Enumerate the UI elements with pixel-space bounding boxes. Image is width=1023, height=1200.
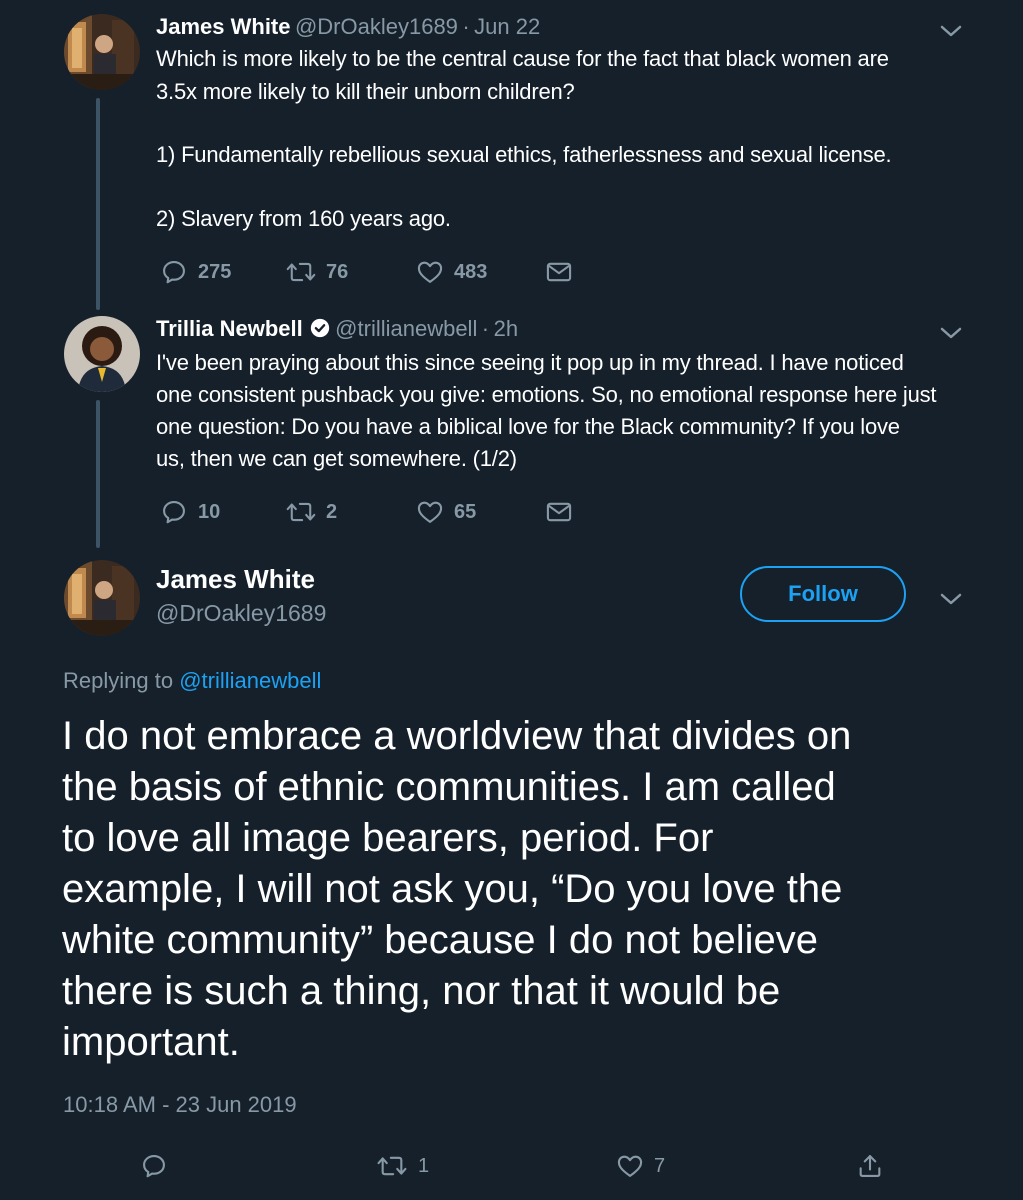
retweet-button[interactable]: 1 — [376, 1152, 429, 1180]
retweet-count: 2 — [326, 500, 338, 523]
tweet-text-line: to love all image bearers, period. For — [62, 816, 714, 860]
share-button[interactable] — [856, 1152, 884, 1180]
chevron-down-icon[interactable] — [940, 326, 962, 340]
tweet-text-line: one question: Do you have a biblical lov… — [156, 414, 900, 439]
avatar[interactable] — [64, 14, 140, 90]
mail-icon — [546, 502, 572, 522]
reply-button[interactable] — [140, 1152, 168, 1180]
thread-line — [96, 400, 100, 548]
reply-button[interactable]: 10 — [160, 498, 220, 526]
author-handle[interactable]: @trillianewbell — [335, 316, 477, 341]
separator: · — [462, 14, 470, 39]
like-count: 65 — [454, 500, 477, 523]
retweet-count: 76 — [326, 260, 349, 283]
verified-badge-icon — [310, 318, 329, 338]
heart-icon — [417, 501, 443, 523]
replying-to-prefix: Replying to — [63, 668, 174, 693]
author-name[interactable]: James White — [156, 564, 315, 595]
author-handle[interactable]: @DrOakley1689 — [295, 14, 458, 39]
mail-icon — [546, 262, 572, 282]
replying-to: Replying to @trillianewbell — [63, 668, 321, 694]
tweet-header: James White @DrOakley1689 · Jun 22 — [156, 14, 540, 40]
reply-count: 10 — [198, 500, 221, 523]
tweet-date[interactable]: Jun 22 — [474, 14, 540, 39]
share-icon — [859, 1155, 881, 1177]
tweet-date[interactable]: 2h — [494, 316, 518, 341]
separator: · — [481, 316, 490, 341]
retweet-icon — [286, 262, 316, 282]
avatar-image-icon — [64, 560, 140, 636]
author-name[interactable]: Trillia Newbell — [156, 316, 303, 341]
retweet-count: 1 — [418, 1154, 430, 1177]
tweet-text-line: white community” because I do not believ… — [62, 918, 818, 962]
tweet-text-line: I've been praying about this since seein… — [156, 350, 904, 375]
reply-count: 275 — [198, 260, 232, 283]
tweet-text-line: I do not embrace a worldview that divide… — [62, 714, 852, 758]
tweet-text-line: the basis of ethnic communities. I am ca… — [62, 765, 836, 809]
retweet-icon — [286, 502, 316, 522]
thread-line — [96, 98, 100, 310]
retweet-icon — [377, 1156, 407, 1176]
retweet-button[interactable]: 2 — [286, 498, 337, 526]
tweet-text-line: us, then we can get somewhere. (1/2) — [156, 446, 517, 471]
reply-icon — [163, 501, 185, 524]
chevron-down-icon[interactable] — [940, 592, 962, 606]
like-count: 7 — [654, 1154, 666, 1177]
avatar[interactable] — [64, 560, 140, 636]
follow-button[interactable]: Follow — [740, 566, 906, 622]
tweet-text-line: one consistent pushback you give: emotio… — [156, 382, 937, 407]
like-button[interactable]: 483 — [416, 258, 487, 286]
reply-icon — [143, 1155, 165, 1178]
avatar-image-icon — [64, 14, 140, 90]
tweet-header: Trillia Newbell @trillianewbell · 2h — [156, 316, 518, 342]
tweet-text-line: 2) Slavery from 160 years ago. — [156, 206, 451, 231]
tweet-text-line: Which is more likely to be the central c… — [156, 46, 889, 71]
mention-link[interactable]: @trillianewbell — [179, 668, 321, 693]
heart-icon — [417, 261, 443, 283]
avatar[interactable] — [64, 316, 140, 392]
tweet-text-line: example, I will not ask you, “Do you lov… — [62, 867, 843, 911]
tweet-text-line: there is such a thing, nor that it would… — [62, 969, 781, 1013]
tweet-text-line: 1) Fundamentally rebellious sexual ethic… — [156, 142, 892, 167]
direct-message-button[interactable] — [545, 498, 573, 526]
heart-icon — [617, 1155, 643, 1177]
tweet-text-line: 3.5x more likely to kill their unborn ch… — [156, 79, 575, 104]
chevron-down-icon[interactable] — [940, 24, 962, 38]
like-button[interactable]: 65 — [416, 498, 476, 526]
author-name[interactable]: James White — [156, 14, 291, 39]
retweet-button[interactable]: 76 — [286, 258, 348, 286]
author-handle[interactable]: @DrOakley1689 — [156, 600, 326, 627]
avatar-image-icon — [64, 316, 140, 392]
like-button[interactable]: 7 — [616, 1152, 665, 1180]
tweet-timestamp[interactable]: 10:18 AM - 23 Jun 2019 — [63, 1092, 297, 1118]
like-count: 483 — [454, 260, 488, 283]
tweet-text-line: important. — [62, 1020, 240, 1064]
reply-button[interactable]: 275 — [160, 258, 231, 286]
reply-icon — [163, 261, 185, 284]
direct-message-button[interactable] — [545, 258, 573, 286]
